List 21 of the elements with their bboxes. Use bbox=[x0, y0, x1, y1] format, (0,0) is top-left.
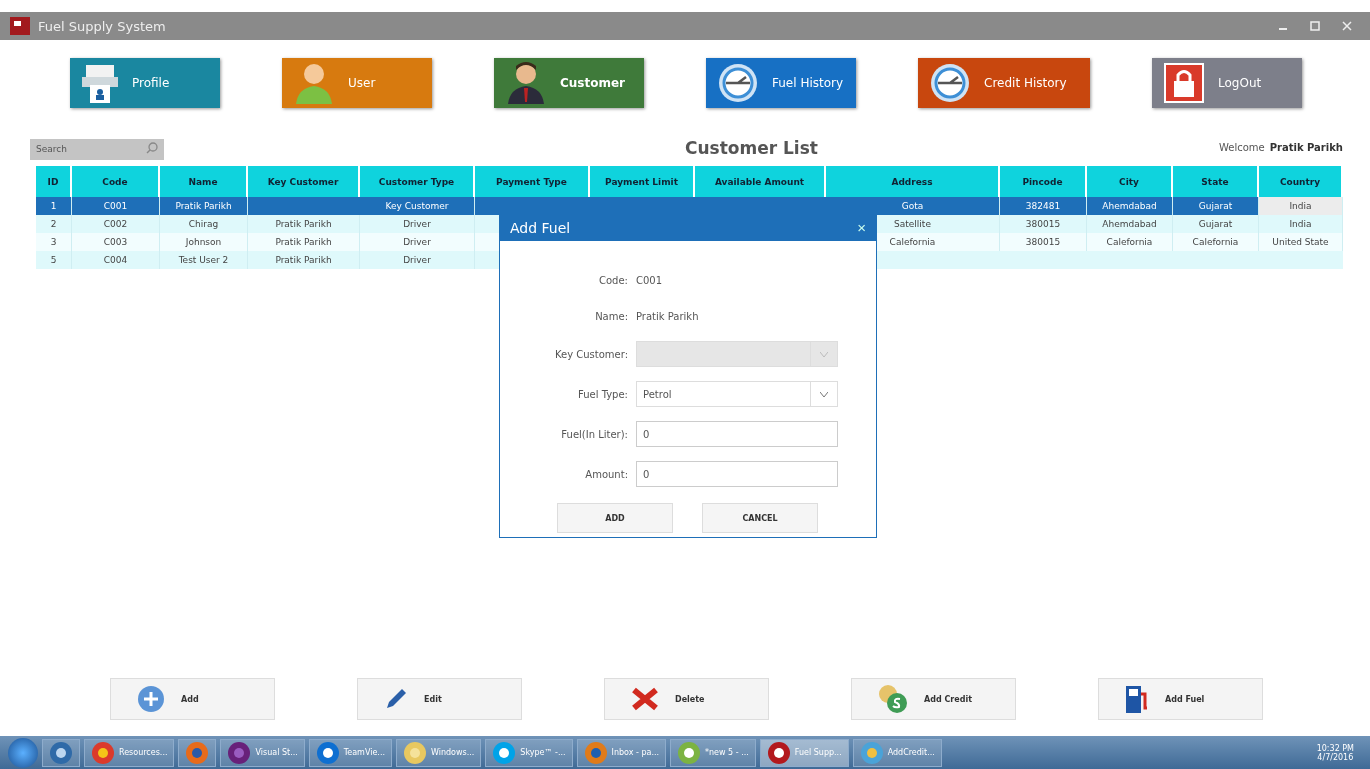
table-cell: C004 bbox=[72, 251, 160, 269]
field-value: C001 bbox=[636, 273, 664, 288]
clock-time: 10:32 PM bbox=[1316, 743, 1354, 753]
welcome-label: Welcome bbox=[1218, 142, 1265, 153]
field-value: Pratik Parikh bbox=[636, 309, 700, 324]
field-label: Name: bbox=[594, 310, 628, 322]
field-label: Fuel Type: bbox=[577, 388, 628, 400]
table-cell: Driver bbox=[360, 251, 475, 269]
clock-date: 4/7/2016 bbox=[1317, 752, 1354, 762]
page-heading: Customer List bbox=[684, 137, 819, 158]
dialog-title: Add Fuel bbox=[510, 219, 571, 236]
table-cell: India bbox=[1259, 197, 1343, 215]
table-cell: Test User 2 bbox=[160, 251, 248, 269]
table-cell: Pratik Parikh bbox=[248, 251, 360, 269]
table-cell: 5 bbox=[36, 251, 72, 269]
field-label: Code: bbox=[598, 274, 628, 286]
field-label: Amount: bbox=[584, 468, 628, 480]
window-title: Fuel Supply System bbox=[38, 18, 167, 34]
user-name: Pratik Parikh bbox=[1269, 142, 1343, 153]
field-label: Fuel(In Liter): bbox=[560, 428, 628, 440]
field-label: Key Customer: bbox=[553, 348, 628, 360]
